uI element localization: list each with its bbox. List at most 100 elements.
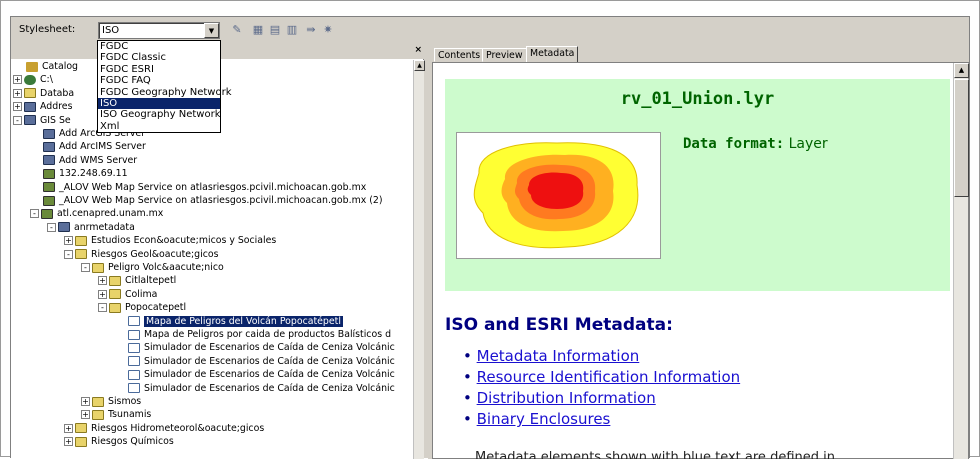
stylesheet-select[interactable]: ISO ▼ bbox=[98, 22, 220, 39]
collapse-icon[interactable]: - bbox=[64, 249, 73, 259]
dropdown-option[interactable]: ISO bbox=[98, 97, 220, 110]
tree-node-label: Sismos bbox=[108, 396, 142, 407]
expand-icon[interactable]: + bbox=[13, 88, 22, 98]
collapse-icon[interactable]: - bbox=[98, 303, 107, 313]
dropdown-option[interactable]: ISO Geography Network bbox=[98, 109, 221, 120]
doc-icon bbox=[128, 316, 140, 327]
tree-node[interactable]: Simulador de Escenarios de Caída de Ceni… bbox=[115, 341, 395, 354]
tree-node-label: Simulador de Escenarios de Caída de Ceni… bbox=[144, 355, 395, 367]
tree-scrollbar[interactable]: ▲ bbox=[413, 60, 425, 459]
tree-node-label: Mapa de Peligros del Volcán Popocatépetl bbox=[144, 315, 343, 327]
tree-node-label: Estudios Econ&oacute;micos y Sociales bbox=[91, 235, 277, 247]
list-item: • Metadata Information bbox=[463, 347, 640, 365]
tree-node-label: Catalog bbox=[42, 61, 79, 72]
dropdown-arrow-icon[interactable]: ▼ bbox=[204, 23, 219, 38]
tree-node[interactable]: - anrmetadata bbox=[47, 221, 135, 234]
tree-node[interactable]: - GIS Se bbox=[13, 114, 71, 127]
collapse-icon[interactable]: - bbox=[81, 263, 90, 272]
link-distribution-information[interactable]: Distribution Information bbox=[477, 389, 656, 407]
create-update-icon[interactable]: ⇛ bbox=[304, 23, 318, 37]
tree-node[interactable]: Mapa de Peligros por caida de productos … bbox=[115, 328, 391, 341]
tree-node[interactable]: + Sismos bbox=[81, 395, 141, 408]
tree-node[interactable]: - atl.cenapred.unam.mx bbox=[30, 207, 163, 220]
close-icon[interactable]: × bbox=[414, 45, 422, 55]
list-item: • Resource Identification Information bbox=[463, 368, 741, 386]
dropdown-option[interactable]: FGDC Geography Network bbox=[98, 87, 232, 98]
collapse-icon[interactable]: - bbox=[30, 209, 39, 219]
properties-icon[interactable]: ▦ bbox=[251, 23, 265, 37]
tree-node[interactable]: - Riesgos Geol&oacute;gicos bbox=[64, 248, 219, 261]
dropdown-option[interactable]: FGDC bbox=[98, 41, 220, 52]
tab-metadata[interactable]: Metadata bbox=[526, 46, 579, 63]
tree-node[interactable]: Simulador de Escenarios de Caída de Ceni… bbox=[115, 368, 395, 381]
metadata-view: rv_01_Union.lyr Data format: Layer ISO a… bbox=[432, 62, 969, 459]
tree-node[interactable]: _ALOV Web Map Service on atlasriesgos.pc… bbox=[30, 194, 383, 207]
tree-node-label: C:\ bbox=[40, 74, 53, 86]
expand-icon[interactable]: + bbox=[81, 410, 90, 420]
tree-node-label: Addres bbox=[40, 101, 73, 113]
tree-node-label: Riesgos Químicos bbox=[91, 436, 174, 448]
tree-node-label: Simulador de Escenarios de Caída de Ceni… bbox=[144, 369, 395, 381]
link-resource-identification[interactable]: Resource Identification Information bbox=[477, 368, 741, 386]
expand-icon[interactable]: + bbox=[64, 423, 73, 433]
tree-node[interactable]: Add WMS Server bbox=[30, 154, 137, 167]
tree-node[interactable]: + Estudios Econ&oacute;micos y Sociales bbox=[64, 234, 276, 247]
tree-node-label: 132.248.69.11 bbox=[59, 168, 128, 180]
edit-metadata-icon[interactable]: ✎ bbox=[230, 23, 244, 37]
dropdown-option[interactable]: Xml bbox=[98, 121, 220, 132]
expand-icon[interactable]: + bbox=[64, 236, 73, 246]
stylesheet-value: ISO bbox=[102, 25, 120, 36]
tree-node[interactable]: + Addres bbox=[13, 100, 72, 113]
tree-node[interactable]: Catalog bbox=[13, 60, 78, 73]
tree-node[interactable]: + Colima bbox=[98, 288, 157, 301]
tree-node[interactable]: + Databa bbox=[13, 87, 74, 100]
link-metadata-information[interactable]: Metadata Information bbox=[477, 347, 640, 365]
stylesheet-dropdown-list[interactable]: FGDC FGDC Classic FGDC ESRI FGDC FAQ FGDC Ge… bbox=[97, 40, 232, 134]
expand-icon[interactable]: + bbox=[13, 102, 22, 112]
tree-node[interactable]: Add ArcIMS Server bbox=[30, 140, 146, 153]
srv-icon bbox=[24, 115, 36, 126]
expand-icon[interactable]: + bbox=[13, 75, 22, 85]
import-icon[interactable]: ▤ bbox=[268, 23, 282, 37]
section-heading: ISO and ESRI Metadata: bbox=[445, 315, 673, 335]
collapse-icon[interactable]: - bbox=[47, 222, 56, 232]
metadata-header-box: rv_01_Union.lyr Data format: Layer bbox=[445, 79, 950, 291]
tree-node-label: _ALOV Web Map Service on atlasriesgos.pc… bbox=[59, 181, 367, 193]
export-icon[interactable]: ▥ bbox=[285, 23, 299, 37]
expand-icon[interactable]: + bbox=[98, 276, 107, 286]
tree-node[interactable]: 132.248.69.11 bbox=[30, 167, 128, 180]
tree-node[interactable]: - Peligro Volc&aacute;nico bbox=[81, 261, 224, 274]
dropdown-option[interactable]: FGDC FAQ bbox=[98, 75, 220, 86]
dropdown-option[interactable]: FGDC Classic bbox=[98, 52, 220, 63]
tree-node[interactable]: + Citlaltepetl bbox=[98, 274, 176, 287]
tab-preview[interactable]: Preview bbox=[482, 48, 527, 62]
doc-icon bbox=[128, 356, 140, 367]
dropdown-option[interactable]: FGDC ESRI bbox=[98, 64, 220, 75]
metadata-scrollbar[interactable]: ▲ bbox=[953, 63, 969, 459]
link-binary-enclosures[interactable]: Binary Enclosures bbox=[477, 410, 611, 428]
tree-node[interactable]: + Tsunamis bbox=[81, 408, 151, 421]
folder-icon bbox=[75, 235, 87, 246]
tree-node[interactable]: Simulador de Escenarios de Caída de Ceni… bbox=[115, 355, 395, 368]
tree-node-label: Simulador de Escenarios de Caída de Ceni… bbox=[144, 342, 395, 354]
expand-icon[interactable]: + bbox=[81, 397, 90, 406]
tree-node-label: Colima bbox=[125, 288, 158, 300]
tree-node[interactable]: Mapa de Peligros del Volcán Popocatépetl bbox=[115, 315, 343, 328]
data-format-label: Data format: bbox=[683, 136, 785, 152]
tree-node[interactable]: - Popocatepetl bbox=[98, 301, 186, 314]
scroll-thumb[interactable] bbox=[954, 79, 969, 197]
enclosure-icon[interactable]: ✷ bbox=[321, 23, 335, 37]
expand-icon[interactable]: + bbox=[64, 437, 73, 447]
expand-icon[interactable]: + bbox=[98, 289, 107, 299]
tab-contents[interactable]: Contents bbox=[434, 48, 485, 62]
doc-icon bbox=[128, 383, 140, 394]
scroll-up-icon[interactable]: ▲ bbox=[414, 60, 425, 71]
tree-node[interactable]: _ALOV Web Map Service on atlasriesgos.pc… bbox=[30, 181, 366, 194]
tree-node-label: Add WMS Server bbox=[59, 154, 138, 166]
scroll-up-icon[interactable]: ▲ bbox=[954, 63, 969, 78]
tree-node[interactable]: + Riesgos Químicos bbox=[64, 435, 174, 448]
tree-node[interactable]: Simulador de Escenarios de Caída de Ceni… bbox=[115, 382, 395, 395]
tree-node[interactable]: + C:\ bbox=[13, 73, 53, 86]
tree-node[interactable]: + Riesgos Hidrometeorol&oacute;gicos bbox=[64, 422, 264, 435]
collapse-icon[interactable]: - bbox=[13, 115, 22, 125]
